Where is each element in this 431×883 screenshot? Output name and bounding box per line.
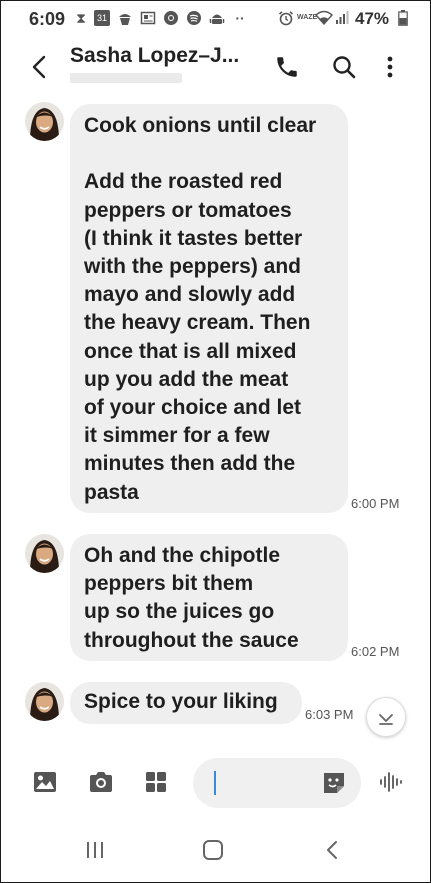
avatar[interactable] bbox=[25, 534, 64, 573]
android-icon bbox=[209, 10, 225, 26]
sticker-icon[interactable] bbox=[321, 770, 347, 796]
message-input[interactable] bbox=[193, 758, 361, 808]
hourglass-icon: ⧗ bbox=[76, 10, 86, 26]
message-bubble[interactable]: Cook onions until clear Add the roasted … bbox=[70, 104, 348, 513]
message-bubble[interactable]: Spice to your liking bbox=[70, 682, 302, 724]
contact-number-blurred bbox=[70, 73, 182, 83]
more-dots-icon: ·· bbox=[235, 10, 245, 26]
nav-back-icon[interactable] bbox=[321, 838, 345, 862]
phone-icon[interactable] bbox=[274, 54, 300, 80]
cupcake-icon bbox=[117, 10, 133, 26]
message-time: 6:02 PM bbox=[351, 644, 400, 659]
avatar[interactable] bbox=[25, 102, 64, 141]
conversation-header: Sasha Lopez–J... bbox=[0, 38, 431, 96]
alarm-icon bbox=[278, 10, 294, 26]
contact-name[interactable]: Sasha Lopez–J... bbox=[70, 44, 239, 68]
battery-icon bbox=[395, 10, 411, 26]
spotify-icon bbox=[186, 10, 202, 26]
voice-icon[interactable] bbox=[378, 769, 404, 795]
news-icon bbox=[140, 10, 156, 26]
waze-icon: WAZE bbox=[297, 14, 318, 21]
wifi-icon bbox=[315, 10, 333, 26]
text-cursor bbox=[214, 771, 216, 795]
camera-icon[interactable] bbox=[88, 769, 114, 795]
calendar-icon: 31 bbox=[94, 10, 110, 26]
calendar-day: 31 bbox=[96, 13, 107, 23]
home-icon[interactable] bbox=[201, 838, 225, 862]
apps-grid-icon[interactable] bbox=[143, 769, 169, 795]
signal-icon bbox=[334, 10, 350, 26]
more-vert-icon[interactable] bbox=[377, 54, 403, 80]
message-composer bbox=[0, 755, 431, 810]
chrome-icon bbox=[163, 10, 179, 26]
chevron-down-icon bbox=[379, 714, 393, 725]
status-time: 6:09 bbox=[29, 9, 66, 29]
recents-icon[interactable] bbox=[83, 838, 107, 862]
status-bar: 6:09 ⧗ 31 ·· WAZE 47% bbox=[0, 0, 431, 38]
image-icon[interactable] bbox=[32, 769, 58, 795]
system-nav-bar bbox=[0, 825, 431, 875]
battery-percent: 47% bbox=[355, 9, 390, 28]
scroll-to-bottom-button[interactable] bbox=[366, 697, 406, 737]
message-time: 6:00 PM bbox=[351, 496, 400, 511]
message-time: 6:03 PM bbox=[305, 707, 354, 722]
avatar[interactable] bbox=[25, 682, 64, 721]
search-icon[interactable] bbox=[331, 54, 357, 80]
message-bubble[interactable]: Oh and the chipotle peppers bit them up … bbox=[70, 534, 348, 661]
back-arrow-icon[interactable] bbox=[28, 54, 52, 80]
